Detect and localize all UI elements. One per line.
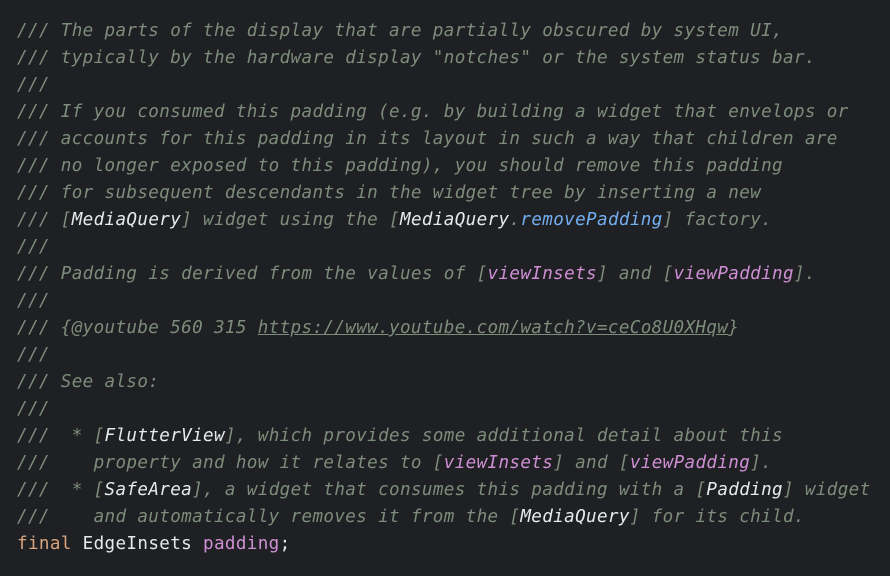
- code-line: /// Padding is derived from the values o…: [17, 261, 890, 288]
- code-line: ///: [17, 288, 890, 315]
- comment-text: /// property and how it relates to [: [17, 453, 444, 473]
- doc-reference: FlutterView: [104, 426, 225, 446]
- comment-text: /// {@youtube 560 315: [17, 318, 258, 338]
- comment-text: ///: [17, 399, 50, 419]
- comment-text: ] factory.: [662, 210, 773, 230]
- code-line: /// See also:: [17, 369, 890, 396]
- comment-text: /// accounts for this padding in its lay…: [17, 129, 838, 149]
- comment-text: ///: [17, 291, 50, 311]
- code-line: /// typically by the hardware display "n…: [17, 45, 890, 72]
- property-reference: viewPadding: [673, 264, 794, 284]
- comment-text: ].: [750, 453, 773, 473]
- comment-text: /// for subsequent descendants in the wi…: [17, 183, 762, 203]
- comment-text: ], a widget that consumes this padding w…: [192, 480, 707, 500]
- comment-text: /// [: [17, 210, 72, 230]
- code-line: ///: [17, 342, 890, 369]
- keyword-final: final: [17, 534, 72, 554]
- comment-text: /// and automatically removes it from th…: [17, 507, 521, 527]
- comment-text: ] and [: [596, 264, 674, 284]
- property-reference: viewInsets: [443, 453, 554, 473]
- code-line: /// no longer exposed to this padding), …: [17, 153, 890, 180]
- doc-reference: SafeArea: [104, 480, 193, 500]
- comment-text: /// no longer exposed to this padding), …: [17, 156, 783, 176]
- code-line: /// accounts for this padding in its lay…: [17, 126, 890, 153]
- code-line: final EdgeInsets padding;: [17, 531, 890, 558]
- comment-text: ] for its child.: [629, 507, 805, 527]
- doc-reference: MediaQuery: [71, 210, 182, 230]
- code-line: /// [MediaQuery] widget using the [Media…: [17, 207, 890, 234]
- comment-text: /// * [: [17, 480, 105, 500]
- comment-text: /// See also:: [17, 372, 160, 392]
- comment-text: }: [728, 318, 740, 338]
- code-line: ///: [17, 234, 890, 261]
- doc-reference: MediaQuery: [520, 507, 630, 527]
- comment-text: .: [509, 210, 521, 230]
- method-reference: removePadding: [520, 210, 663, 230]
- code-line: ///: [17, 396, 890, 423]
- code-line: /// * [SafeArea], a widget that consumes…: [17, 477, 890, 504]
- comment-text: ///: [17, 237, 50, 257]
- youtube-link[interactable]: https://www.youtube.com/watch?v=ceCo8U0X…: [258, 318, 729, 338]
- code-line: /// property and how it relates to [view…: [17, 450, 890, 477]
- doc-reference: MediaQuery: [400, 210, 510, 230]
- code-line: /// for subsequent descendants in the wi…: [17, 180, 890, 207]
- code-line: /// {@youtube 560 315 https://www.youtub…: [17, 315, 890, 342]
- comment-text: /// If you consumed this padding (e.g. b…: [17, 102, 849, 122]
- comment-text: /// The parts of the display that are pa…: [17, 21, 783, 41]
- code-line: /// If you consumed this padding (e.g. b…: [17, 99, 890, 126]
- type-name: EdgeInsets: [71, 534, 204, 554]
- code-line: /// The parts of the display that are pa…: [17, 18, 890, 45]
- comment-text: ] and [: [553, 453, 630, 473]
- comment-text: /// * [: [17, 426, 105, 446]
- field-name: padding: [203, 534, 280, 554]
- comment-text: ///: [17, 75, 50, 95]
- code-line: /// * [FlutterView], which provides some…: [17, 423, 890, 450]
- code-editor[interactable]: /// The parts of the display that are pa…: [0, 0, 890, 576]
- comment-text: /// typically by the hardware display "n…: [17, 48, 816, 68]
- property-reference: viewPadding: [629, 453, 751, 473]
- property-reference: viewInsets: [487, 264, 597, 284]
- comment-text: ] widget: [783, 480, 871, 500]
- comment-text: ], which provides some additional detail…: [224, 426, 783, 446]
- comment-text: /// Padding is derived from the values o…: [17, 264, 488, 284]
- comment-text: ].: [793, 264, 816, 284]
- code-line: /// and automatically removes it from th…: [17, 504, 890, 531]
- comment-text: ] widget using the [: [181, 210, 401, 230]
- code-line: ///: [17, 72, 890, 99]
- comment-text: ///: [17, 345, 50, 365]
- punctuation: ;: [279, 534, 291, 554]
- doc-reference: Padding: [706, 480, 783, 500]
